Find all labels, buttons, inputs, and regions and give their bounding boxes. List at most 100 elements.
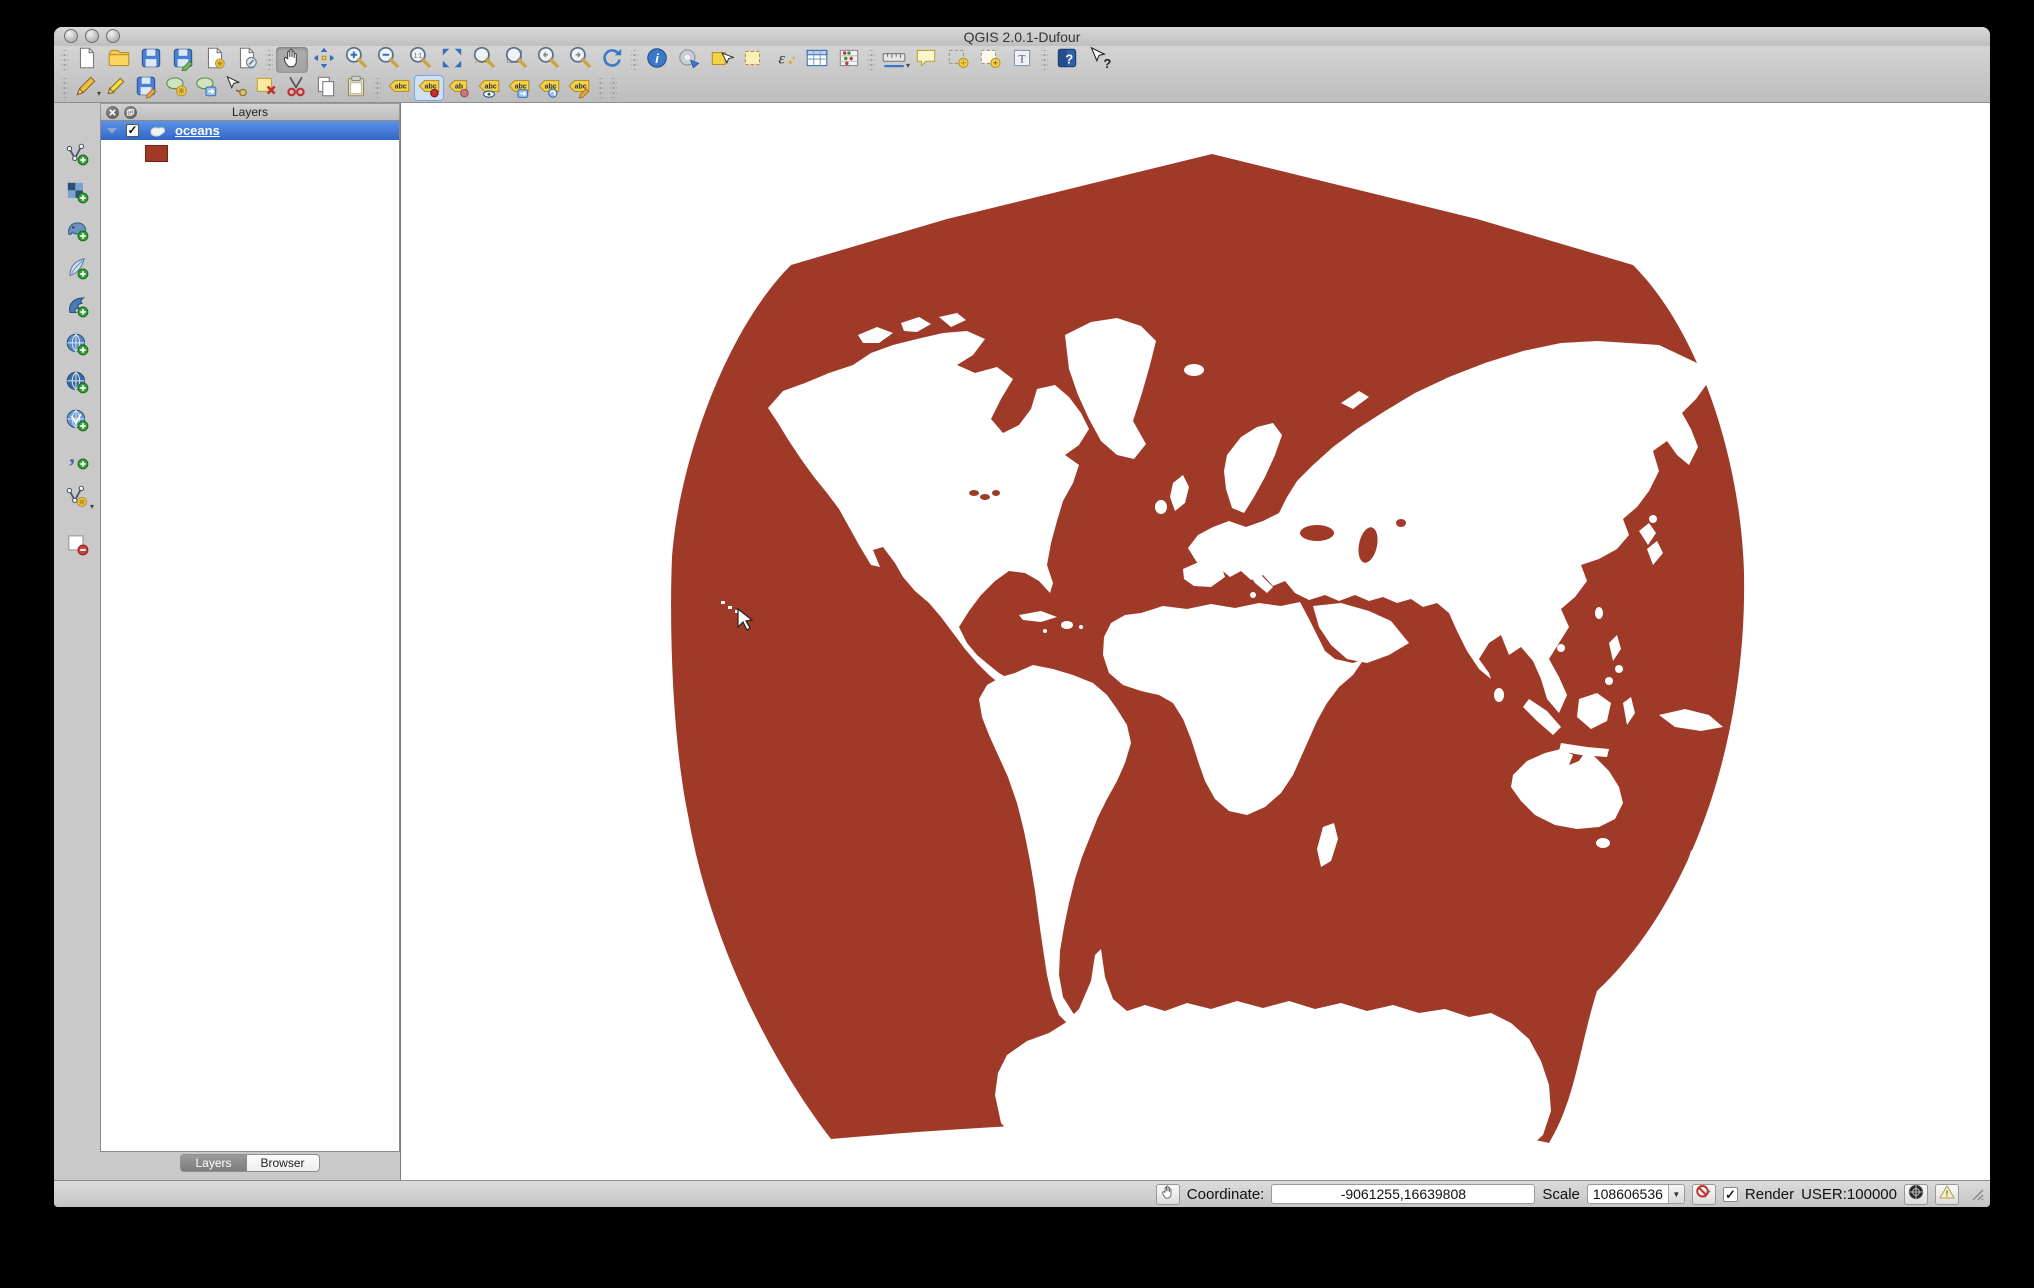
whats-this-button[interactable]: ? (1083, 47, 1115, 73)
cut-features-button[interactable] (281, 75, 311, 101)
select-features-icon (708, 45, 734, 76)
messages-button[interactable]: ! (1935, 1184, 1959, 1205)
highlight-pinned-labels-icon: ab (446, 73, 472, 104)
layer-symbol-swatch[interactable] (145, 145, 168, 162)
add-wfs-layer-button[interactable] (60, 405, 94, 439)
tab-browser[interactable]: Browser (247, 1154, 320, 1172)
refresh-map-button[interactable] (596, 47, 628, 73)
zoom-full-button[interactable] (436, 47, 468, 73)
zoom-out-button[interactable] (372, 47, 404, 73)
scale-dropdown-button[interactable]: ▼ (1668, 1185, 1684, 1203)
toolbar-drag-handle[interactable] (631, 50, 638, 70)
composer-manager-button[interactable] (231, 47, 263, 73)
show-bookmarks-icon (977, 45, 1003, 76)
add-wcs-layer-button[interactable] (60, 367, 94, 401)
layer-labeling-button[interactable]: abc (384, 75, 414, 101)
add-raster-layer-button[interactable] (60, 177, 94, 211)
text-annotation-button[interactable]: T (1006, 47, 1038, 73)
identify-features-button[interactable]: i (641, 47, 673, 73)
remove-layer-button[interactable] (60, 529, 94, 563)
save-project-button[interactable] (135, 47, 167, 73)
add-wms-layer-button[interactable] (60, 329, 94, 363)
paste-features-button[interactable] (341, 75, 371, 101)
add-spatialite-layer-button[interactable] (60, 253, 94, 287)
toolbar-drag-handle[interactable] (61, 50, 68, 70)
help-contents-button[interactable]: ? (1051, 47, 1083, 73)
zoom-to-layer-button[interactable] (500, 47, 532, 73)
move-label-button[interactable]: abc (504, 75, 534, 101)
measure-line-button[interactable]: ▾ (878, 47, 910, 73)
node-tool-button[interactable] (221, 75, 251, 101)
map-annotation-button[interactable] (910, 47, 942, 73)
layer-visibility-checkbox[interactable]: ✓ (126, 124, 139, 137)
layers-panel: Layers ✓ oceans Layers Browser (100, 103, 400, 1180)
chevron-down-icon[interactable]: ▾ (90, 502, 94, 511)
zoom-to-layer-icon (503, 45, 529, 76)
open-attribute-table-button[interactable] (801, 47, 833, 73)
delete-selected-button[interactable] (251, 75, 281, 101)
toolbar-drag-handle[interactable] (61, 78, 68, 98)
change-label-properties-button[interactable]: abc (564, 75, 594, 101)
toolbar-drag-handle[interactable] (868, 50, 875, 70)
layer-row-oceans[interactable]: ✓ oceans (101, 121, 399, 140)
deselect-features-button[interactable] (737, 47, 769, 73)
zoom-in-button[interactable] (340, 47, 372, 73)
add-feature-button[interactable] (161, 75, 191, 101)
toolbar-drag-handle[interactable] (597, 78, 604, 98)
puerto-rico (1079, 625, 1083, 629)
expand-triangle-icon[interactable] (107, 128, 117, 134)
show-bookmarks-button[interactable] (974, 47, 1006, 73)
toggle-editing-button[interactable] (101, 75, 131, 101)
delete-selected-icon (253, 73, 279, 104)
svg-text:i: i (655, 50, 659, 65)
scale-combo[interactable]: 108606536 ▼ (1587, 1184, 1685, 1204)
stop-rendering-button[interactable] (1692, 1184, 1716, 1205)
zoom-next-button[interactable] (564, 47, 596, 73)
move-feature-button[interactable] (191, 75, 221, 101)
add-feature-icon (163, 73, 189, 104)
add-vector-layer-button[interactable] (60, 139, 94, 173)
open-project-button[interactable] (103, 47, 135, 73)
zoom-native-button[interactable]: 1:1 (404, 47, 436, 73)
crs-status-button[interactable] (1904, 1184, 1928, 1205)
toolbar-drag-handle[interactable] (374, 78, 381, 98)
save-project-icon (138, 45, 164, 76)
pin-labels-button[interactable]: abc (414, 75, 444, 101)
save-layer-edits-button[interactable] (131, 75, 161, 101)
new-project-button[interactable] (71, 47, 103, 73)
select-features-button[interactable] (705, 47, 737, 73)
rotate-label-button[interactable]: abc (534, 75, 564, 101)
copy-features-button[interactable] (311, 75, 341, 101)
toolbar-drag-handle[interactable] (1041, 50, 1048, 70)
zoom-last-button[interactable] (532, 47, 564, 73)
add-postgis-layer-button[interactable] (60, 215, 94, 249)
add-delimited-text-layer-button[interactable]: , (60, 443, 94, 477)
add-mssql-layer-button[interactable] (60, 291, 94, 325)
save-project-as-button[interactable] (167, 47, 199, 73)
zoom-to-selection-button[interactable] (468, 47, 500, 73)
field-calculator-button[interactable] (833, 47, 865, 73)
highlight-pinned-labels-button[interactable]: ab (444, 75, 474, 101)
render-checkbox[interactable]: ✓ (1723, 1187, 1738, 1202)
scale-value[interactable]: 108606536 (1588, 1186, 1668, 1202)
toolbar-drag-handle[interactable] (610, 78, 617, 98)
coordinate-input[interactable]: -9061255,16639808 (1271, 1184, 1535, 1204)
layer-name[interactable]: oceans (175, 123, 220, 138)
new-shapefile-layer-button[interactable]: ▾ (60, 481, 94, 515)
run-feature-action-button[interactable] (673, 47, 705, 73)
pan-to-selection-button[interactable] (308, 47, 340, 73)
toolbar-drag-handle[interactable] (266, 50, 273, 70)
new-print-composer-button[interactable] (199, 47, 231, 73)
toggle-extents-button[interactable] (1156, 1184, 1180, 1205)
hokkaido (1649, 515, 1657, 523)
resize-grip[interactable] (1970, 1187, 1984, 1201)
title-bar[interactable]: QGIS 2.0.1-Dufour (54, 27, 1990, 46)
tab-layers[interactable]: Layers (180, 1154, 246, 1172)
show-hide-labels-button[interactable]: abc (474, 75, 504, 101)
pan-map-button[interactable] (276, 47, 308, 73)
run-feature-action-icon (676, 45, 702, 76)
select-by-expression-button[interactable]: ε (769, 47, 801, 73)
map-canvas[interactable] (400, 103, 1990, 1180)
new-bookmark-button[interactable] (942, 47, 974, 73)
current-edits-button[interactable]: ▾ (71, 75, 101, 101)
